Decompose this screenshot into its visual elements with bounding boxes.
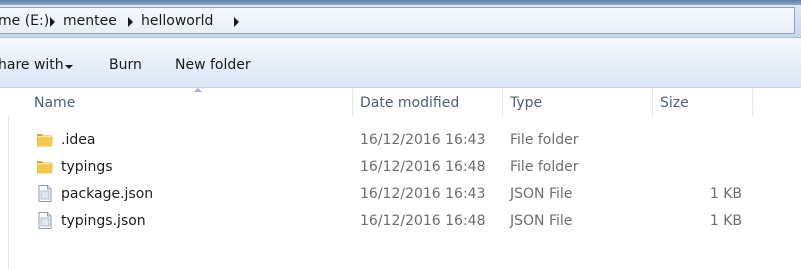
folder-icon <box>37 161 53 174</box>
column-date-label: Date modified <box>360 95 460 111</box>
sort-ascending-icon <box>194 88 202 92</box>
file-row-typings-json[interactable]: typings.json 16/12/2016 16:48 JSON File … <box>30 208 750 234</box>
file-date: 16/12/2016 16:43 <box>360 132 486 148</box>
column-name[interactable]: Name <box>9 88 353 116</box>
file-row-idea[interactable]: .idea 16/12/2016 16:43 File folder <box>30 127 750 153</box>
file-date: 16/12/2016 16:43 <box>360 186 486 202</box>
chevron-right-icon[interactable] <box>50 17 55 27</box>
file-name[interactable]: .idea <box>61 132 95 148</box>
breadcrumb-drive[interactable]: me (E:) <box>0 13 49 29</box>
file-icon <box>38 212 52 229</box>
file-date: 16/12/2016 16:48 <box>360 213 486 229</box>
file-name[interactable]: package.json <box>61 186 153 202</box>
file-type: JSON File <box>510 186 573 202</box>
file-size: 1 KB <box>709 213 742 229</box>
new-folder-button[interactable]: New folder <box>175 57 251 73</box>
file-type: File folder <box>510 132 579 148</box>
breadcrumb-mentee[interactable]: mentee <box>63 13 117 29</box>
command-bar: hare with Burn New folder <box>0 38 801 88</box>
file-name[interactable]: typings.json <box>61 213 146 229</box>
address-bar[interactable]: me (E:) mentee helloworld <box>0 5 801 38</box>
file-row-typings[interactable]: typings 16/12/2016 16:48 File folder <box>30 154 750 180</box>
column-size[interactable]: Size <box>653 88 753 116</box>
column-type[interactable]: Type <box>503 88 653 116</box>
folder-icon <box>37 134 53 147</box>
column-size-label: Size <box>660 95 689 111</box>
file-icon <box>38 185 52 202</box>
file-date: 16/12/2016 16:48 <box>360 159 486 175</box>
burn-button[interactable]: Burn <box>109 57 142 73</box>
file-type: JSON File <box>510 213 573 229</box>
chevron-down-icon[interactable] <box>65 65 73 69</box>
file-row-package-json[interactable]: package.json 16/12/2016 16:43 JSON File … <box>30 181 750 207</box>
file-name[interactable]: typings <box>61 159 113 175</box>
file-size: 1 KB <box>709 186 742 202</box>
chevron-right-icon[interactable] <box>128 17 133 27</box>
column-name-label: Name <box>34 95 76 111</box>
chevron-right-icon[interactable] <box>234 17 239 27</box>
column-type-label: Type <box>510 95 543 111</box>
file-type: File folder <box>510 159 579 175</box>
share-with-button[interactable]: hare with <box>0 57 64 73</box>
breadcrumb-helloworld[interactable]: helloworld <box>141 13 213 29</box>
column-date-modified[interactable]: Date modified <box>353 88 503 116</box>
column-header: Name Date modified Type Size <box>0 88 801 116</box>
breadcrumb[interactable]: me (E:) mentee helloworld <box>0 7 795 34</box>
